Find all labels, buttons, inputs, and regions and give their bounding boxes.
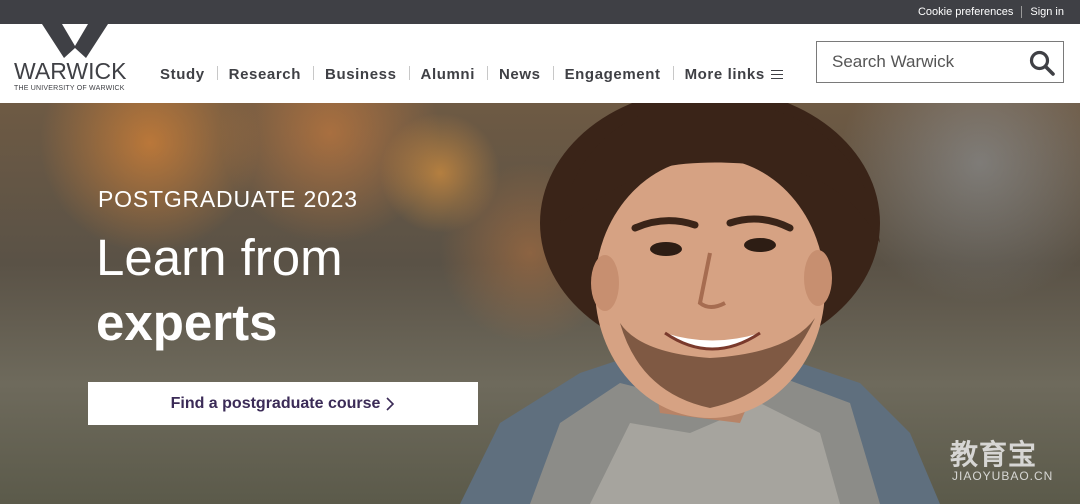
nav-item-research[interactable]: Research bbox=[216, 65, 313, 83]
hero-title-line1: Learn from bbox=[96, 229, 343, 286]
cta-label: Find a postgraduate course bbox=[170, 394, 381, 412]
smiling-student-image bbox=[460, 103, 940, 504]
utility-bar: Cookie preferences Sign in bbox=[0, 0, 1080, 24]
nav-item-engagement[interactable]: Engagement bbox=[552, 65, 673, 83]
site-header: WARWICK THE UNIVERSITY OF WARWICK Study … bbox=[0, 24, 1080, 103]
utility-divider bbox=[1021, 6, 1023, 18]
more-links-label: More links bbox=[684, 65, 765, 83]
watermark: 教育宝 JIAOYUBAO.CN bbox=[950, 433, 1060, 493]
sign-in-link[interactable]: Sign in bbox=[1030, 6, 1064, 18]
logo-subtitle: THE UNIVERSITY OF WARWICK bbox=[14, 85, 125, 92]
search-icon[interactable] bbox=[1029, 50, 1055, 76]
hamburger-icon bbox=[770, 69, 783, 80]
logo-wordmark: WARWICK bbox=[14, 58, 127, 84]
find-postgraduate-course-button[interactable]: Find a postgraduate course bbox=[88, 382, 478, 425]
cookie-preferences-link[interactable]: Cookie preferences bbox=[918, 6, 1013, 18]
warwick-logo[interactable]: WARWICK THE UNIVERSITY OF WARWICK bbox=[12, 24, 134, 96]
search-input[interactable] bbox=[817, 43, 1017, 81]
hero-eyebrow: POSTGRADUATE 2023 bbox=[98, 186, 358, 212]
nav-item-more-links[interactable]: More links bbox=[672, 65, 795, 83]
chevron-right-icon bbox=[386, 396, 395, 411]
watermark-en-text: JIAOYUBAO.CN bbox=[952, 469, 1054, 483]
nav-item-business[interactable]: Business bbox=[313, 65, 409, 83]
main-nav: Study Research Business Alumni News Enga… bbox=[148, 62, 795, 86]
watermark-cn-text: 教育宝 bbox=[950, 438, 1038, 471]
nav-item-alumni[interactable]: Alumni bbox=[408, 65, 487, 83]
hero-title-line2: experts bbox=[96, 294, 278, 351]
nav-item-study[interactable]: Study bbox=[148, 66, 217, 83]
nav-item-news[interactable]: News bbox=[486, 65, 553, 83]
search-box bbox=[816, 41, 1064, 83]
warwick-w-icon bbox=[42, 24, 108, 58]
hero-banner: POSTGRADUATE 2023 Learn from experts Fin… bbox=[0, 103, 1080, 504]
